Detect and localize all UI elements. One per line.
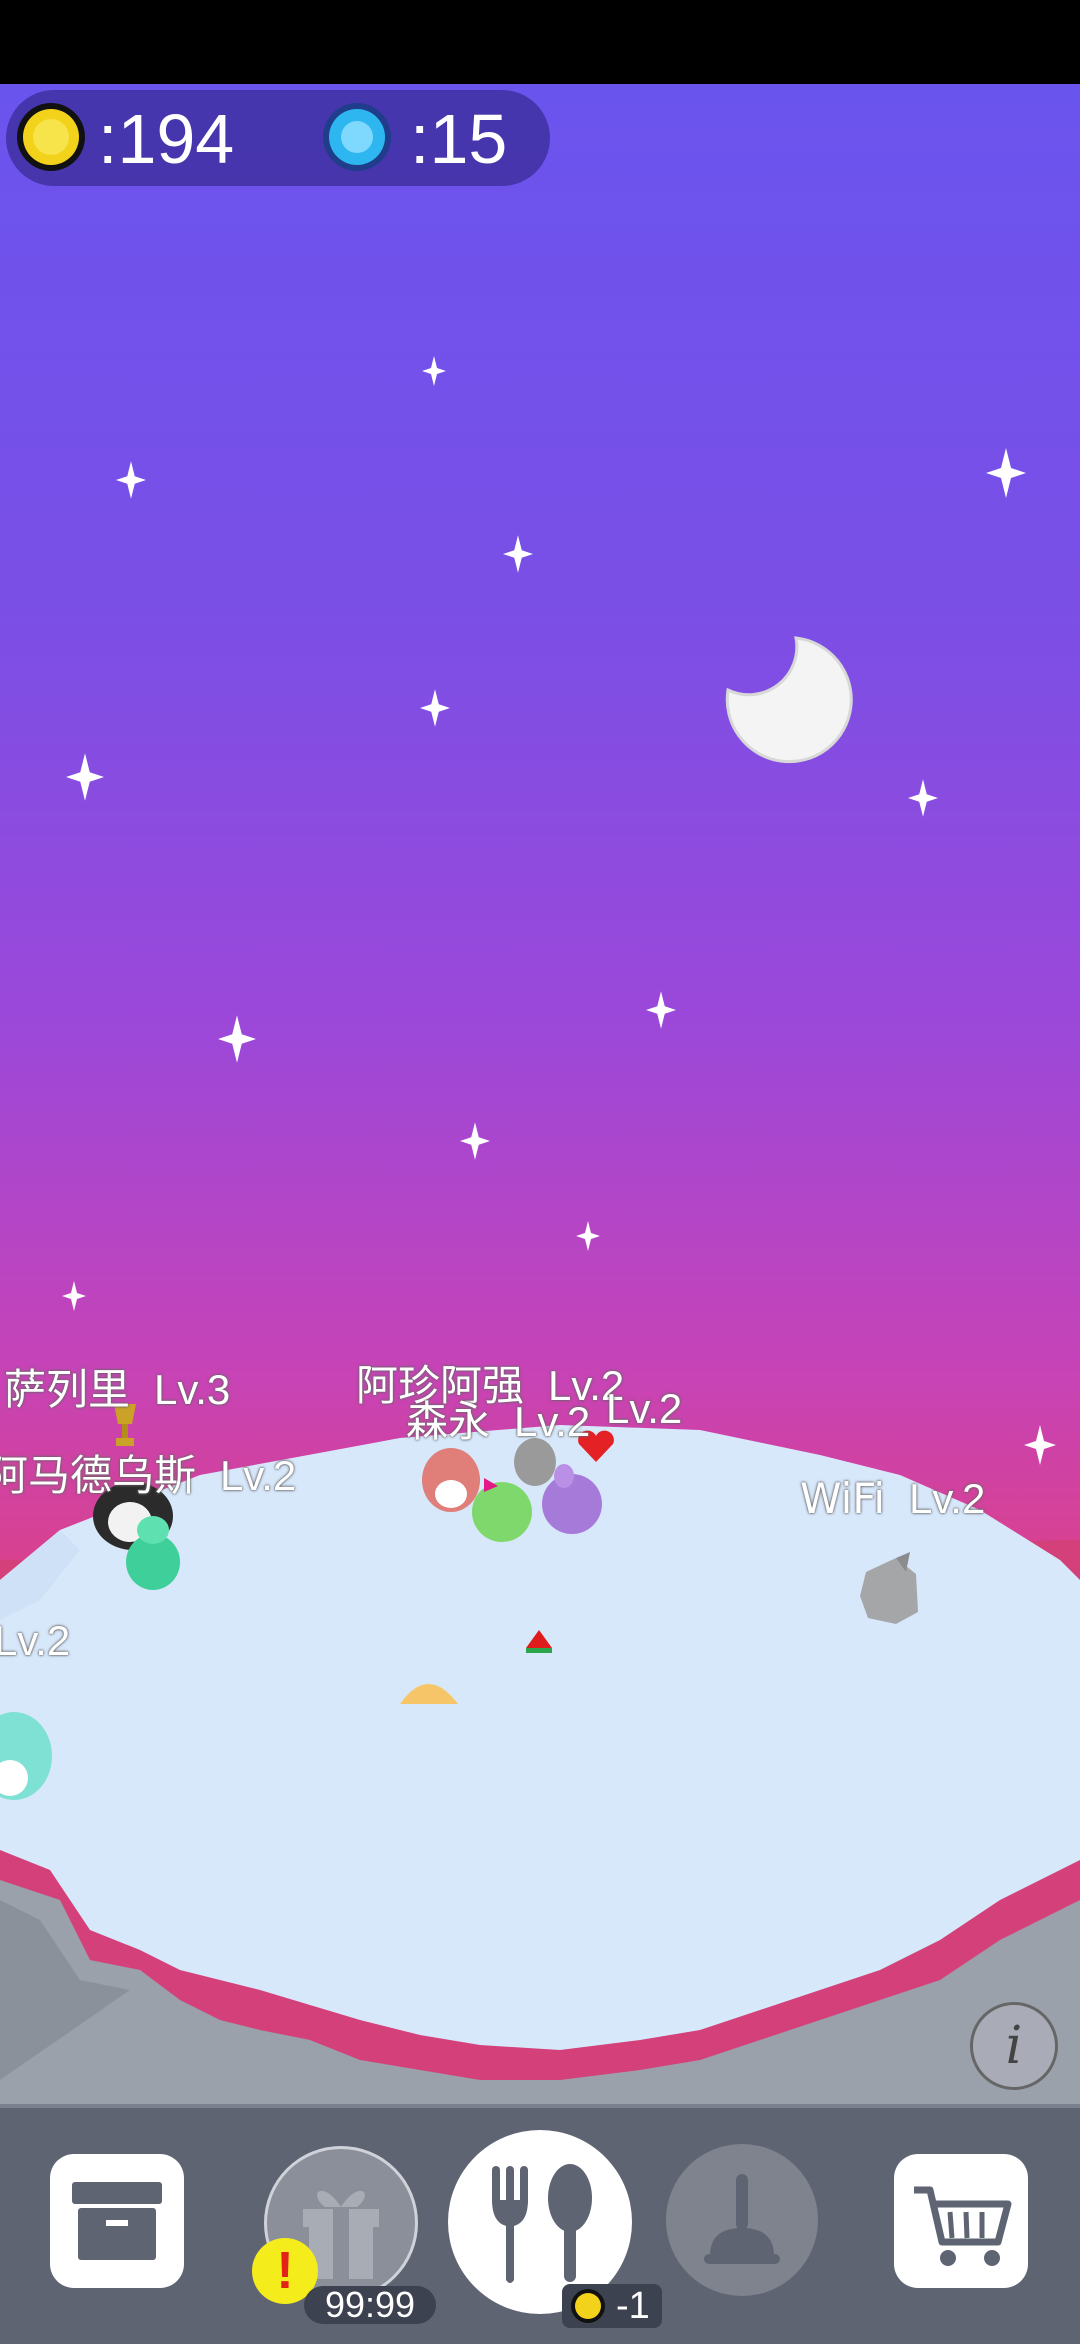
cart-icon	[914, 2186, 1012, 2266]
star-icon	[646, 991, 676, 1029]
pet-name-tag: WiFi Lv.2	[800, 1474, 986, 1523]
pet-name-tag: 萨列里 Lv.3	[4, 1365, 231, 1414]
gem-count: :15	[410, 100, 508, 178]
star-icon	[460, 1122, 490, 1160]
pet-name-tag: 森永 Lv.2	[406, 1397, 591, 1446]
gem-icon	[323, 103, 391, 171]
star-icon	[62, 1281, 86, 1311]
currency-bar: :194 :15	[6, 90, 550, 186]
pet-green	[472, 1478, 532, 1542]
feed-cost: -1	[616, 2285, 650, 2327]
status-bar	[0, 0, 1080, 84]
star-icon	[218, 1015, 256, 1063]
pet-purple	[542, 1464, 602, 1534]
pet-name-tag: Lv.2	[0, 1617, 71, 1664]
pet-cyan	[0, 1712, 52, 1800]
coin-icon	[17, 103, 85, 171]
coin-icon	[571, 2289, 605, 2323]
star-icon	[908, 779, 938, 817]
watermelon-slice	[526, 1630, 552, 1653]
storage-button[interactable]	[50, 2154, 184, 2288]
star-icon	[503, 535, 533, 573]
pet-name-tag: Lv.2	[606, 1385, 683, 1432]
moon-icon	[725, 636, 853, 764]
pet-name-tag: 阿马德乌斯 Lv.2	[0, 1451, 297, 1500]
clean-button[interactable]	[666, 2144, 818, 2296]
star-icon	[986, 448, 1026, 498]
food-pile	[400, 1684, 458, 1704]
gift-timer: 99:99	[304, 2286, 436, 2324]
star-icon	[576, 1221, 600, 1251]
star-icon	[116, 461, 146, 499]
shop-button[interactable]	[894, 2154, 1028, 2288]
star-icon	[66, 753, 104, 801]
star-icon	[420, 689, 450, 727]
star-icon	[422, 356, 446, 386]
storage-box-icon	[72, 2182, 162, 2260]
plunger-icon	[704, 2174, 780, 2264]
coin-count: :194	[98, 100, 235, 178]
pet-gray	[860, 1552, 918, 1624]
pet-teal	[126, 1516, 180, 1590]
info-button[interactable]: i	[970, 2002, 1058, 2090]
